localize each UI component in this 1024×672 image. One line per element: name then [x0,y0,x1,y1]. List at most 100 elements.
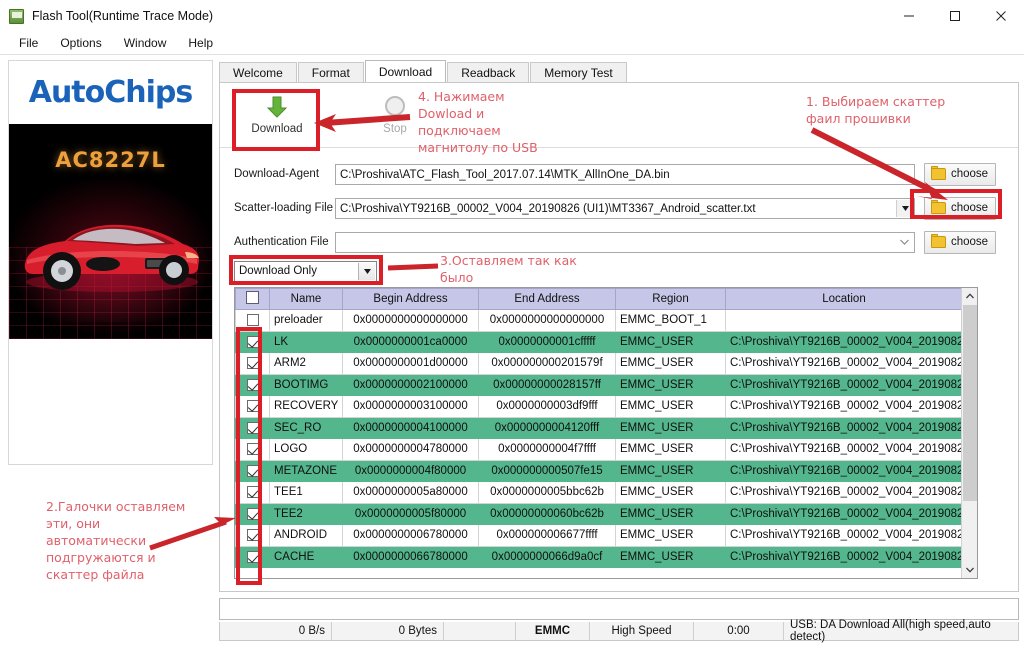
row-checkbox[interactable] [246,550,259,563]
cell-begin-address: 0x0000000066780000 [342,545,479,568]
status-connection: USB: DA Download All(high speed,auto det… [790,619,991,643]
menu-item-file[interactable]: File [8,34,49,52]
download-button[interactable]: Download [238,88,316,140]
auth-file-input[interactable] [335,231,915,253]
row-checkbox-cell[interactable] [235,309,270,332]
chevron-down-icon[interactable] [896,233,913,251]
table-row[interactable]: ARM2 0x0000000001d00000 0x000000000201579f… [235,352,963,375]
select-all-checkbox[interactable] [246,291,259,304]
row-checkbox-cell[interactable] [235,330,270,353]
cell-location: C:\Proshiva\YT9216B_00002_V004_20190826 … [725,395,963,418]
table-row[interactable]: TEE2 0x0000000005f80000 0x00000000060bc62b… [235,502,963,525]
download-mode-select[interactable]: Download Only [234,261,377,282]
scatter-file-choose-button[interactable]: choose [924,196,996,220]
column-header-name[interactable]: Name [269,288,343,310]
row-checkbox[interactable] [246,443,259,456]
status-bar: 0 B/s 0 Bytes EMMC High Speed 0:00 USB: … [219,619,1019,643]
row-checkbox[interactable] [246,335,259,348]
table-row[interactable]: CACHE 0x0000000066780000 0x0000000066d9a0c… [235,545,963,568]
cell-location: C:\Proshiva\YT9216B_00002_V004_20190826 … [725,502,963,525]
download-agent-row: Download-Agent C:\Proshiva\ATC_Flash_Too… [220,159,1018,189]
cell-begin-address: 0x0000000002100000 [342,373,479,396]
cell-region: EMMC_USER [615,395,726,418]
cell-region: EMMC_USER [615,438,726,461]
row-checkbox-cell[interactable] [235,395,270,418]
select-all-header[interactable] [235,288,270,310]
stop-button-label: Stop [383,122,407,135]
tab-welcome[interactable]: Welcome [219,62,297,83]
row-checkbox[interactable] [246,378,259,391]
table-row[interactable]: preloader 0x0000000000000000 0x00000000000… [235,309,963,332]
close-button[interactable] [978,0,1024,32]
table-row[interactable]: METAZONE 0x0000000004f80000 0x000000000507… [235,459,963,482]
title-bar: Flash Tool(Runtime Trace Mode) [0,0,1024,32]
row-checkbox-cell[interactable] [235,438,270,461]
row-checkbox[interactable] [246,314,259,327]
table-row[interactable]: BOOTIMG 0x0000000002100000 0x0000000002815… [235,373,963,396]
chevron-down-icon[interactable] [358,263,375,280]
menu-item-window[interactable]: Window [113,34,178,52]
folder-icon [931,166,946,180]
download-agent-choose-button[interactable]: choose [924,162,996,186]
tab-memory-test[interactable]: Memory Test [530,62,627,83]
auth-file-choose-button[interactable]: choose [924,230,996,254]
column-header-region[interactable]: Region [615,288,726,310]
table-row[interactable]: ANDROID 0x0000000006780000 0x000000006677f… [235,524,963,547]
row-checkbox-cell[interactable] [235,373,270,396]
row-checkbox-cell[interactable] [235,524,270,547]
row-checkbox-cell[interactable] [235,545,270,568]
choose-label: choose [951,202,989,214]
partition-table: Name Begin Address End Address Region Lo… [234,287,978,579]
table-row[interactable]: LK 0x0000000001ca0000 0x0000000001cfffff EM… [235,330,963,353]
row-checkbox-cell[interactable] [235,459,270,482]
table-row[interactable]: LOGO 0x0000000004780000 0x0000000004f7ffff… [235,438,963,461]
annotation-download-text: 4. Нажимаем Dowload и подключаем магнито… [418,89,538,155]
table-scrollbar[interactable] [961,288,977,578]
row-checkbox[interactable] [246,486,259,499]
scrollbar-thumb[interactable] [963,305,977,501]
row-checkbox-cell[interactable] [235,416,270,439]
row-checkbox-cell[interactable] [235,481,270,504]
tab-format[interactable]: Format [297,62,364,83]
row-checkbox[interactable] [246,507,259,520]
table-row[interactable]: TEE1 0x0000000005a80000 0x0000000005bbc62b… [235,481,963,504]
menu-item-options[interactable]: Options [49,34,112,52]
chevron-down-icon[interactable] [896,199,913,217]
tab-readback[interactable]: Readback [447,62,530,83]
status-usb-speed: High Speed [590,622,694,640]
row-checkbox[interactable] [246,357,259,370]
tab-download[interactable]: Download [364,60,447,83]
cell-region: EMMC_USER [615,545,726,568]
download-agent-input[interactable]: C:\Proshiva\ATC_Flash_Tool_2017.07.14\MT… [335,163,915,185]
status-speed: 0 B/s [220,622,332,640]
cell-name: ANDROID [269,524,343,547]
row-checkbox[interactable] [246,421,259,434]
scroll-up-icon[interactable] [962,288,977,304]
table-row[interactable]: RECOVERY 0x0000000003100000 0x0000000003df… [235,395,963,418]
download-arrow-icon [266,96,288,118]
maximize-button[interactable] [932,0,978,32]
cell-begin-address: 0x0000000001ca0000 [342,330,479,353]
row-checkbox[interactable] [246,529,259,542]
scatter-file-row: Scatter-loading File C:\Proshiva\YT9216B… [220,193,1018,223]
table-row[interactable]: SEC_RO 0x0000000004100000 0x0000000004120f… [235,416,963,439]
cell-end-address: 0x0000000003df9fff [478,395,616,418]
cell-region: EMMC_USER [615,330,726,353]
scatter-file-input[interactable]: C:\Proshiva\YT9216B_00002_V004_20190826 … [335,197,915,219]
column-header-end-address[interactable]: End Address [478,288,616,310]
row-checkbox[interactable] [246,464,259,477]
status-blank [444,622,516,640]
download-agent-label: Download-Agent [234,168,320,180]
column-header-location[interactable]: Location [725,288,963,310]
folder-icon [931,234,946,248]
row-checkbox[interactable] [246,400,259,413]
row-checkbox-cell[interactable] [235,352,270,375]
cell-name: RECOVERY [269,395,343,418]
scroll-down-icon[interactable] [962,562,977,578]
menu-item-help[interactable]: Help [177,34,224,52]
annotation-keep-text: 3.Оставляем так как было [440,253,577,285]
cell-end-address: 0x0000000005bbc62b [478,481,616,504]
column-header-begin-address[interactable]: Begin Address [342,288,479,310]
row-checkbox-cell[interactable] [235,502,270,525]
minimize-button[interactable] [886,0,932,32]
